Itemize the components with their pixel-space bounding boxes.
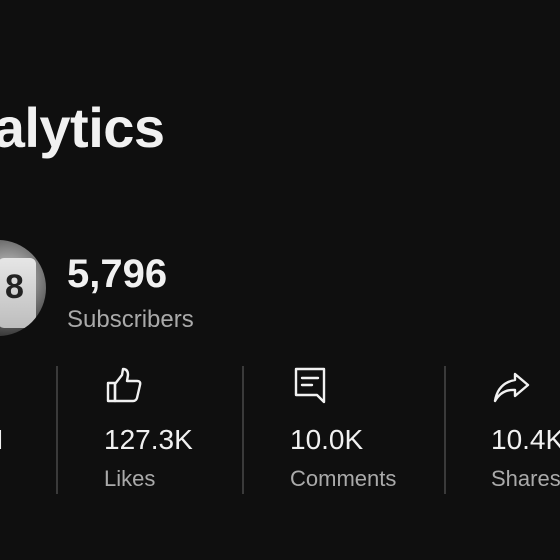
stat-shares[interactable]: 10.4K Shares: [491, 366, 560, 492]
subscriber-label: Subscribers: [67, 306, 194, 333]
analytics-screen: nalytics ne 8 5,796 Subscribers M s 127.…: [0, 0, 560, 560]
share-icon: [491, 366, 531, 406]
stat-comments[interactable]: 10.0K Comments: [290, 366, 396, 492]
stat-shares-label: Shares: [491, 466, 560, 491]
comment-icon: [290, 366, 330, 406]
stat-shares-value: 10.4K: [491, 424, 560, 455]
stat-likes-value: 127.3K: [104, 424, 193, 455]
stat-divider: [444, 366, 446, 494]
stat-likes-label: Likes: [104, 466, 156, 491]
thumbs-up-icon: [104, 366, 144, 406]
stat-comments-label: Comments: [290, 466, 397, 491]
views-icon: [0, 366, 20, 406]
channel-avatar[interactable]: 8: [0, 240, 46, 336]
stat-comments-value: 10.0K: [290, 424, 364, 455]
stat-likes[interactable]: 127.3K Likes: [104, 366, 193, 492]
stat-views-label: s: [0, 466, 20, 492]
stat-views[interactable]: M s: [0, 366, 20, 492]
stat-views-value: M: [0, 424, 20, 456]
stat-divider: [242, 366, 244, 494]
page-title: nalytics: [0, 96, 165, 159]
stat-divider: [56, 366, 58, 494]
subscriber-count: 5,796: [67, 252, 168, 296]
avatar-jersey-number: 8: [5, 268, 24, 306]
